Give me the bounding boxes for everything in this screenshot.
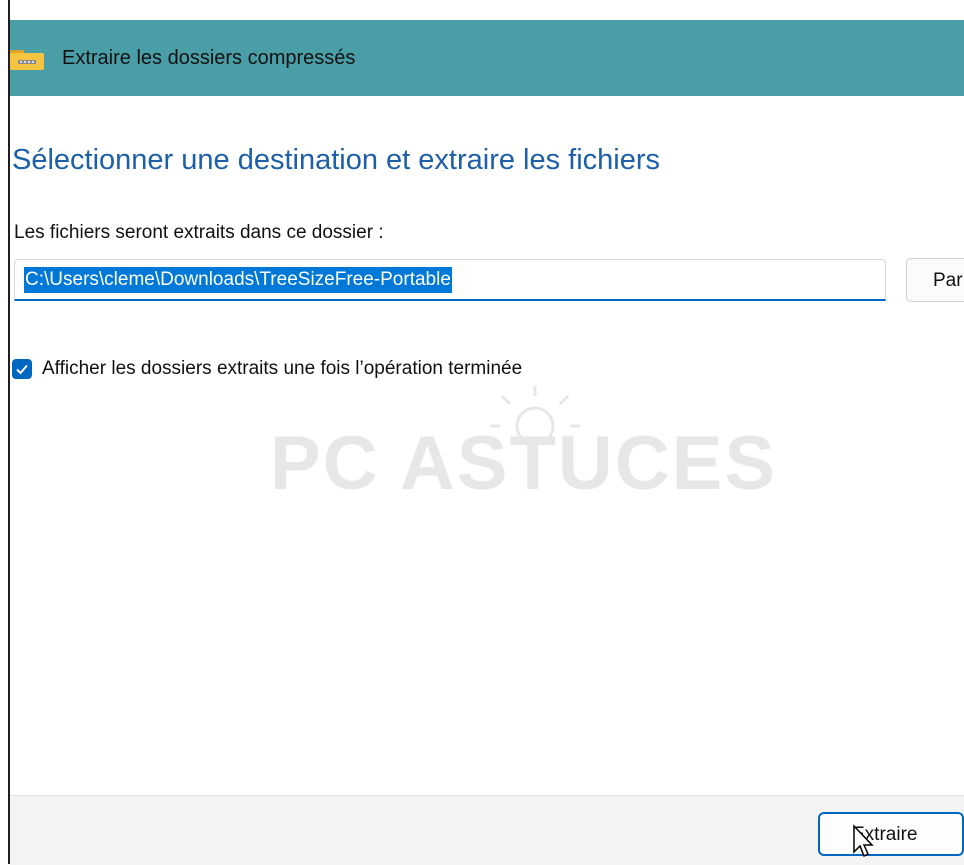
browse-button[interactable]: Par — [906, 258, 964, 302]
window-border — [8, 0, 10, 864]
mouse-cursor-icon — [853, 824, 874, 858]
destination-path-value: C:\Users\cleme\Downloads\TreeSizeFree-Po… — [24, 267, 452, 293]
watermark-text: PC ASTUCES — [270, 421, 778, 506]
page-heading: Sélectionner une destination et extraire… — [12, 144, 661, 176]
destination-path-input[interactable]: C:\Users\cleme\Downloads\TreeSizeFree-Po… — [14, 259, 886, 301]
browse-button-label: Par — [933, 270, 963, 291]
show-folders-checkbox[interactable] — [12, 359, 32, 379]
zip-folder-icon — [10, 50, 44, 70]
extract-button[interactable]: Extraire — [818, 812, 964, 856]
sun-icon — [490, 386, 580, 440]
window-top-edge — [0, 0, 964, 20]
window-title: Extraire les dossiers compressés — [62, 47, 356, 69]
watermark-logo: PC ASTUCES — [270, 380, 775, 510]
title-bar[interactable]: Extraire les dossiers compressés — [10, 20, 964, 96]
destination-label: Les fichiers seront extraits dans ce dos… — [14, 222, 384, 243]
show-folders-label: Afficher les dossiers extraits une fois … — [42, 358, 523, 379]
checkmark-icon — [16, 364, 28, 375]
